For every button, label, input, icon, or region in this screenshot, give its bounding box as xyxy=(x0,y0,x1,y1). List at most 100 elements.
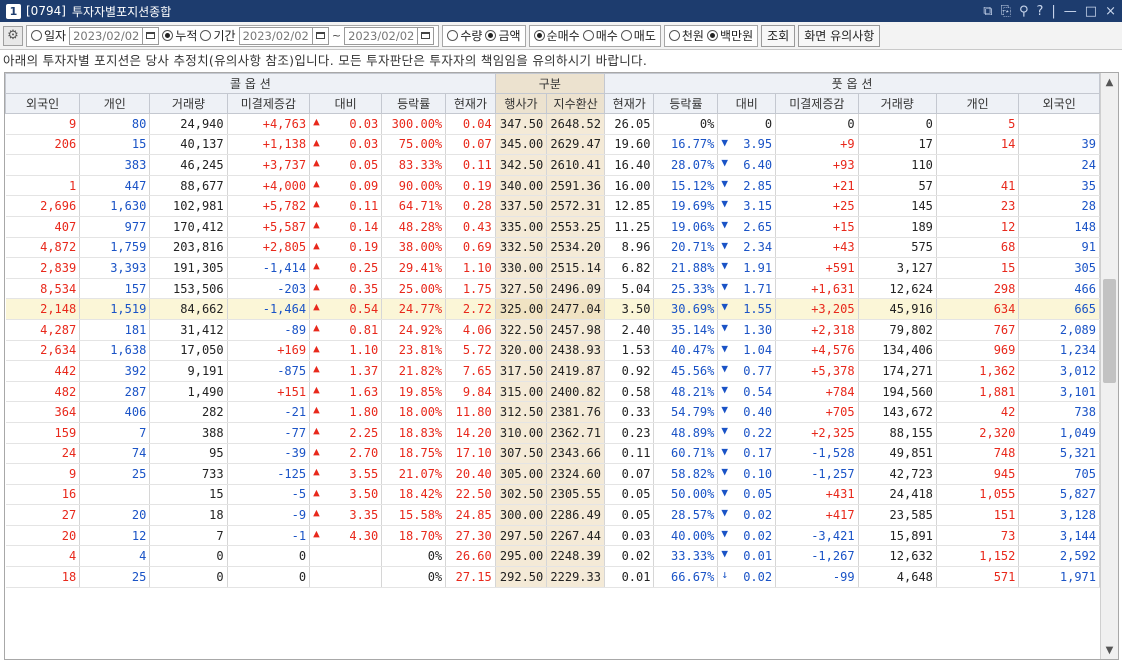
pin-icon[interactable]: ⚲ xyxy=(1019,4,1029,19)
query-button[interactable]: 조회 xyxy=(761,24,796,47)
table-row[interactable]: 9 80 24,940 +4,763 ▲ 0.03 300.00% 0.04 347.50 264… xyxy=(5,113,1100,135)
table-row[interactable]: 159 7 388 -77 ▲ 2.25 18.83% 14.20 310.00 2362.71 0… xyxy=(5,422,1100,444)
table-row[interactable]: 482 287 1,490 +151 ▲ 1.63 19.85% 9.84 315.00 2400… xyxy=(5,381,1100,403)
cell-value: 0.54 xyxy=(743,384,773,399)
col-put-rate[interactable]: 등락률 xyxy=(653,93,719,114)
table-row[interactable]: 2,148 1,519 84,662 -1,464 ▲ 0.54 24.77% 2.72 325… xyxy=(5,298,1100,320)
call-foreign-cell: 2,634 xyxy=(5,340,81,362)
table-row[interactable]: 364 406 282 -21 ▲ 1.80 18.00% 11.80 312.50 2381.7… xyxy=(5,401,1100,423)
screen-notes-button[interactable]: 화면 유의사항 xyxy=(798,24,881,47)
radio-sell[interactable]: 매도 xyxy=(620,27,656,44)
cell-value: 26.60 xyxy=(455,549,492,564)
call-rate-cell: 83.33% xyxy=(381,154,447,176)
cell-value: 2,148 xyxy=(40,302,77,317)
table-row[interactable]: 9 25 733 -125 ▲ 3.55 21.07% 20.40 305.00 2324.60 0… xyxy=(5,463,1100,485)
put-rate-cell: 16.77% xyxy=(653,134,719,156)
cell-value: -1,267 xyxy=(811,549,855,564)
gear-icon[interactable]: ⚙ xyxy=(3,25,23,46)
radio-net-buy[interactable]: 순매수 xyxy=(533,27,580,44)
col-put-foreign[interactable]: 외국인 xyxy=(1018,93,1100,114)
col-put-change[interactable]: 대비 xyxy=(717,93,777,114)
table-row[interactable]: 442 392 9,191 -875 ▲ 1.37 21.82% 7.65 317.50 2419… xyxy=(5,360,1100,382)
date-day-field[interactable]: 2023/02/02 xyxy=(69,26,160,45)
put-foreign-cell: 3,128 xyxy=(1018,504,1100,526)
radio-million-won[interactable]: 백만원 xyxy=(706,27,753,44)
col-put-volume[interactable]: 거래량 xyxy=(857,93,937,114)
table-row[interactable]: 2,839 3,393 191,305 -1,414 ▲ 0.25 29.41% 1.10 33… xyxy=(5,257,1100,279)
table-row[interactable]: 20 12 7 -1 ▲ 4.30 18.70% 27.30 297.50 2267.44 0.03… xyxy=(5,525,1100,547)
cell-value: 24.77% xyxy=(398,302,443,317)
cell-value: 18.00% xyxy=(398,405,443,420)
tab-number[interactable]: 1 xyxy=(6,3,21,19)
table-row[interactable]: 18 25 0 0 0% 27.15 292.50 2229.33 0.01 66.67% ↓ 0.0… xyxy=(5,566,1100,588)
date-from-field[interactable]: 2023/02/02 xyxy=(238,26,329,45)
strike-cell: 310.00 xyxy=(495,422,548,444)
scroll-down-icon[interactable]: ▼ xyxy=(1101,641,1118,659)
scroll-thumb[interactable] xyxy=(1103,279,1116,383)
table-row[interactable]: 8,534 157 153,506 -203 ▲ 0.35 25.00% 1.75 327.50… xyxy=(5,278,1100,300)
col-call-individual[interactable]: 개인 xyxy=(79,93,151,114)
radio-buy[interactable]: 매수 xyxy=(582,27,618,44)
col-put-price[interactable]: 현재가 xyxy=(603,93,655,114)
copy-icon[interactable]: ⎘ xyxy=(1001,4,1011,19)
vertical-scrollbar[interactable]: ▲ ▼ xyxy=(1100,73,1118,659)
table-row[interactable]: 2,696 1,630 102,981 +5,782 ▲ 0.11 64.71% 0.28 33… xyxy=(5,195,1100,217)
call-foreign-cell: 4 xyxy=(5,545,81,568)
scroll-up-icon[interactable]: ▲ xyxy=(1101,73,1118,91)
call-rate-cell: 21.82% xyxy=(381,360,447,382)
cell-value: 88,155 xyxy=(889,425,933,440)
put-change-cell: ▼ 1.71 xyxy=(717,278,777,300)
cell-value: 2648.52 xyxy=(550,116,601,131)
calendar-icon[interactable] xyxy=(142,27,158,44)
minimize-icon[interactable]: — xyxy=(1064,4,1077,19)
table-row[interactable]: 206 15 40,137 +1,138 ▲ 0.03 75.00% 0.07 345.00 26… xyxy=(5,134,1100,156)
cell-value: 0.02 xyxy=(621,549,651,564)
table-row[interactable]: 407 977 170,412 +5,587 ▲ 0.14 48.28% 0.43 335.00… xyxy=(5,216,1100,238)
table-row[interactable]: 16 15 -5 ▲ 3.50 18.42% 22.50 302.50 2305.55 0.05 5… xyxy=(5,484,1100,506)
col-call-foreign[interactable]: 외국인 xyxy=(5,93,81,114)
radio-amount[interactable]: 금액 xyxy=(485,27,521,44)
put-oi-change-cell: +93 xyxy=(775,154,859,176)
help-icon[interactable]: ? xyxy=(1037,4,1044,19)
table-row[interactable]: 27 20 18 -9 ▲ 3.35 15.58% 24.85 300.00 2286.49 0.0… xyxy=(5,504,1100,526)
radio-cumulative[interactable]: 누적 xyxy=(162,27,197,44)
col-call-rate[interactable]: 등락률 xyxy=(381,93,447,114)
close-icon[interactable]: × xyxy=(1105,4,1116,19)
maximize-icon[interactable]: □ xyxy=(1085,4,1097,19)
radio-period[interactable]: 기간 xyxy=(200,27,236,44)
cell-value: 145 xyxy=(911,199,933,214)
strike-cell: 307.50 xyxy=(495,443,548,465)
table-row[interactable]: 4 4 0 0 0% 26.60 295.00 2248.39 0.02 33.33% ▼ 0.01 -… xyxy=(5,545,1100,568)
cell-value: 18 xyxy=(61,569,77,584)
cell-value: +2,325 xyxy=(811,425,855,440)
col-call-price[interactable]: 현재가 xyxy=(445,93,496,114)
radio-quantity[interactable]: 수량 xyxy=(447,27,482,44)
calendar-icon[interactable] xyxy=(311,27,328,44)
col-call-volume[interactable]: 거래량 xyxy=(149,93,228,114)
index-equiv-cell: 2457.98 xyxy=(546,319,605,341)
cell-value: 297.50 xyxy=(499,528,544,543)
col-strike[interactable]: 행사가 xyxy=(494,93,548,114)
date-to-field[interactable]: 2023/02/02 xyxy=(344,26,435,45)
col-call-oi-change[interactable]: 미결제증감 xyxy=(226,93,311,114)
col-index-equiv[interactable]: 지수환산 xyxy=(546,93,605,114)
radio-thousand-won[interactable]: 천원 xyxy=(668,27,704,44)
cell-value: 337.50 xyxy=(499,199,544,214)
radio-day[interactable]: 일자 xyxy=(31,27,66,44)
col-put-individual[interactable]: 개인 xyxy=(935,93,1020,114)
table-row[interactable]: 24 74 95 -39 ▲ 2.70 18.75% 17.10 307.50 2343.66 0.… xyxy=(5,443,1100,465)
table-row[interactable]: 2,634 1,638 17,050 +169 ▲ 1.10 23.81% 5.72 320.0… xyxy=(5,340,1100,362)
call-foreign-cell: 206 xyxy=(5,134,81,156)
put-foreign-cell: 24 xyxy=(1018,154,1100,176)
triangle-up-icon: ▲ xyxy=(313,115,320,128)
put-price-cell: 0.05 xyxy=(604,504,655,526)
table-row[interactable]: 4,872 1,759 203,816 +2,805 ▲ 0.19 38.00% 0.69 33… xyxy=(5,237,1100,259)
table-row[interactable]: 4,287 181 31,412 -89 ▲ 0.81 24.92% 4.06 322.50 24… xyxy=(5,319,1100,341)
table-row[interactable]: 1 447 88,677 +4,000 ▲ 0.09 90.00% 0.19 340.00 259… xyxy=(5,175,1100,197)
calendar-icon[interactable] xyxy=(417,27,433,44)
col-call-change[interactable]: 대비 xyxy=(309,93,383,114)
col-put-oi-change[interactable]: 미결제증감 xyxy=(775,93,859,114)
table-row[interactable]: 383 46,245 +3,737 ▲ 0.05 83.33% 0.11 342.50 2610… xyxy=(5,154,1100,176)
unit-type-group: 수량 금액 xyxy=(442,24,526,47)
restore-icon[interactable]: ⧉ xyxy=(983,4,992,19)
